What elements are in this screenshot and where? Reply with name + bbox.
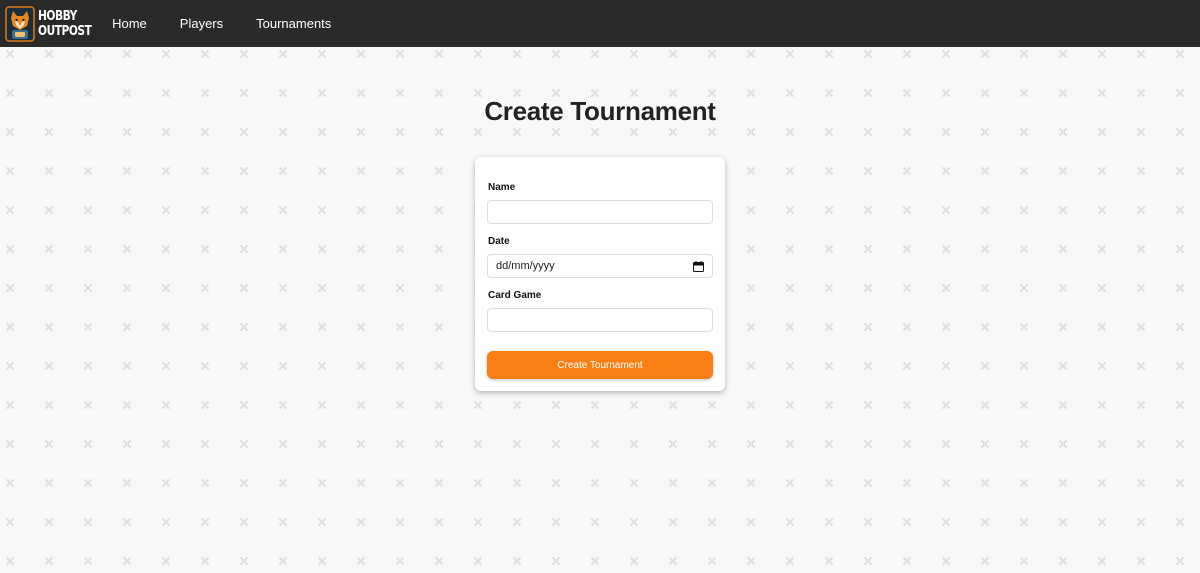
nav-link-players[interactable]: Players: [180, 16, 223, 31]
nav-links: Home Players Tournaments: [112, 16, 364, 31]
top-navbar: HOBBY OUTPOST Home Players Tournaments: [0, 0, 1200, 47]
date-value: dd/mm/yyyy: [496, 260, 555, 272]
date-input[interactable]: dd/mm/yyyy: [487, 254, 713, 278]
card-game-label: Card Game: [488, 290, 542, 301]
create-tournament-form: Name Date dd/mm/yyyy Card Game Create To…: [475, 157, 725, 391]
calendar-icon[interactable]: [693, 260, 704, 272]
nav-link-tournaments[interactable]: Tournaments: [256, 16, 331, 31]
nav-link-home[interactable]: Home: [112, 16, 147, 31]
page-title: Create Tournament: [484, 96, 716, 126]
fox-logo-icon: [5, 5, 35, 42]
date-label: Date: [488, 236, 510, 247]
card-game-input[interactable]: [487, 308, 713, 332]
brand-line-2: OUTPOST: [38, 23, 92, 39]
create-tournament-button[interactable]: Create Tournament: [487, 351, 713, 379]
brand-wordmark: HOBBY OUTPOST: [38, 8, 92, 39]
brand-line-1: HOBBY: [38, 8, 77, 24]
brand-logo-link[interactable]: HOBBY OUTPOST: [5, 0, 103, 47]
name-label: Name: [488, 182, 516, 193]
name-input[interactable]: [487, 200, 713, 224]
